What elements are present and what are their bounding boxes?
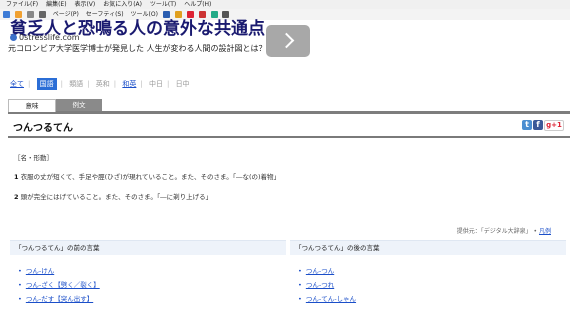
menu-bar: ファイル(F) 編集(E) 表示(V) お気に入り(A) ツール(T) ヘルプ(… [0, 0, 570, 9]
list-item[interactable]: つん-けん [18, 265, 54, 275]
filter-kokugo[interactable]: 国語 [36, 78, 57, 90]
site-favicon-icon [10, 34, 17, 41]
tab-meaning[interactable]: 意味 [8, 99, 56, 112]
menu-favorites[interactable]: お気に入り(A) [103, 1, 142, 8]
divider: | [166, 80, 170, 88]
list-item[interactable]: つん-つん [298, 265, 334, 275]
list-item[interactable]: つん-だす【突ん出す】 [18, 293, 93, 303]
next-words-title: 「つんつるてん」の後の言葉 [290, 241, 566, 255]
divider: | [113, 80, 117, 88]
menu-file[interactable]: ファイル(F) [6, 1, 38, 8]
ad-banner[interactable]: 貧乏人と恐鳴る人の意外な共通点 0stresslife.com 元コロンビア大学… [0, 19, 570, 66]
list-item[interactable]: つん-てん-しゃん [298, 293, 356, 303]
divider [8, 136, 570, 138]
next-words-box: 「つんつるてん」の後の言葉 つん-つん つん-つれ つん-てん-しゃん [290, 240, 566, 317]
ad-url: 0stresslife.com [10, 33, 80, 42]
menu-view[interactable]: 表示(V) [74, 1, 95, 8]
menu-help[interactable]: ヘルプ(H) [184, 1, 211, 8]
filter-nicchu: 日中 [175, 80, 190, 88]
list-item[interactable]: つん-ざく【劈く／裂く】 [18, 279, 100, 289]
legend-link[interactable]: 凡例 [539, 228, 551, 235]
twitter-icon[interactable]: t [522, 120, 532, 130]
divider: | [140, 80, 143, 88]
facebook-icon[interactable]: f [533, 120, 543, 130]
list-item[interactable]: つん-つれ [298, 279, 334, 289]
menu-edit[interactable]: 編集(E) [46, 1, 66, 8]
entry-word: つんつるてん [13, 123, 73, 134]
tab-examples[interactable]: 例文 [56, 99, 102, 111]
filter-all[interactable]: 全て [10, 79, 24, 89]
ad-description: 元コロンビア大学医学博士が発見した 人生が変わる人間の設計図とは？ [8, 44, 267, 53]
filter-ruigo: 類語 [69, 80, 84, 88]
divider: | [28, 80, 31, 88]
definition-number: 1 [14, 173, 19, 181]
previous-words-box: 「つんつるてん」の前の言葉 つん-けん つん-ざく【劈く／裂く】 つん-だす【突… [10, 240, 286, 317]
definition-1: 1 衣服の丈が短くて、手足や脛(ひざ)が現れていること。また、そのさま。「―な(… [14, 171, 280, 181]
ad-url-text: 0stresslife.com [19, 33, 80, 42]
home-icon[interactable] [3, 11, 10, 18]
entry-tabs: 意味 例文 [8, 99, 570, 114]
part-of-speech: ［名・形動］ [14, 154, 53, 162]
definition-number: 2 [14, 193, 19, 201]
chevron-right-icon[interactable] [266, 25, 310, 57]
menu-tools[interactable]: ツール(T) [150, 1, 176, 8]
dictionary-filter: 全て | 国語 | 類語 | 英和 | 和英 | 中日 | 日中 [10, 78, 194, 90]
definition-text: 頭が完全にはげていること。また、そのさま。「―に剃り上げる」 [20, 193, 213, 201]
definition-2: 2 頭が完全にはげていること。また、そのさま。「―に剃り上げる」 [14, 191, 212, 201]
filter-eiwa: 英和 [95, 80, 110, 88]
definition-text: 衣服の丈が短くて、手足や脛(ひざ)が現れていること。また、そのさま。「―な(の)… [20, 173, 281, 181]
previous-words-title: 「つんつるてん」の前の言葉 [10, 241, 286, 255]
divider: | [87, 80, 90, 88]
source-text: 提供元：「デジタル大辞泉」 • [456, 228, 538, 235]
filter-waei[interactable]: 和英 [122, 79, 136, 89]
source-credit: 提供元：「デジタル大辞泉」 • 凡例 [457, 226, 551, 235]
filter-chunichi: 中日 [148, 80, 163, 88]
google-plus-icon[interactable]: g+1 [544, 120, 564, 131]
divider: | [60, 80, 63, 88]
